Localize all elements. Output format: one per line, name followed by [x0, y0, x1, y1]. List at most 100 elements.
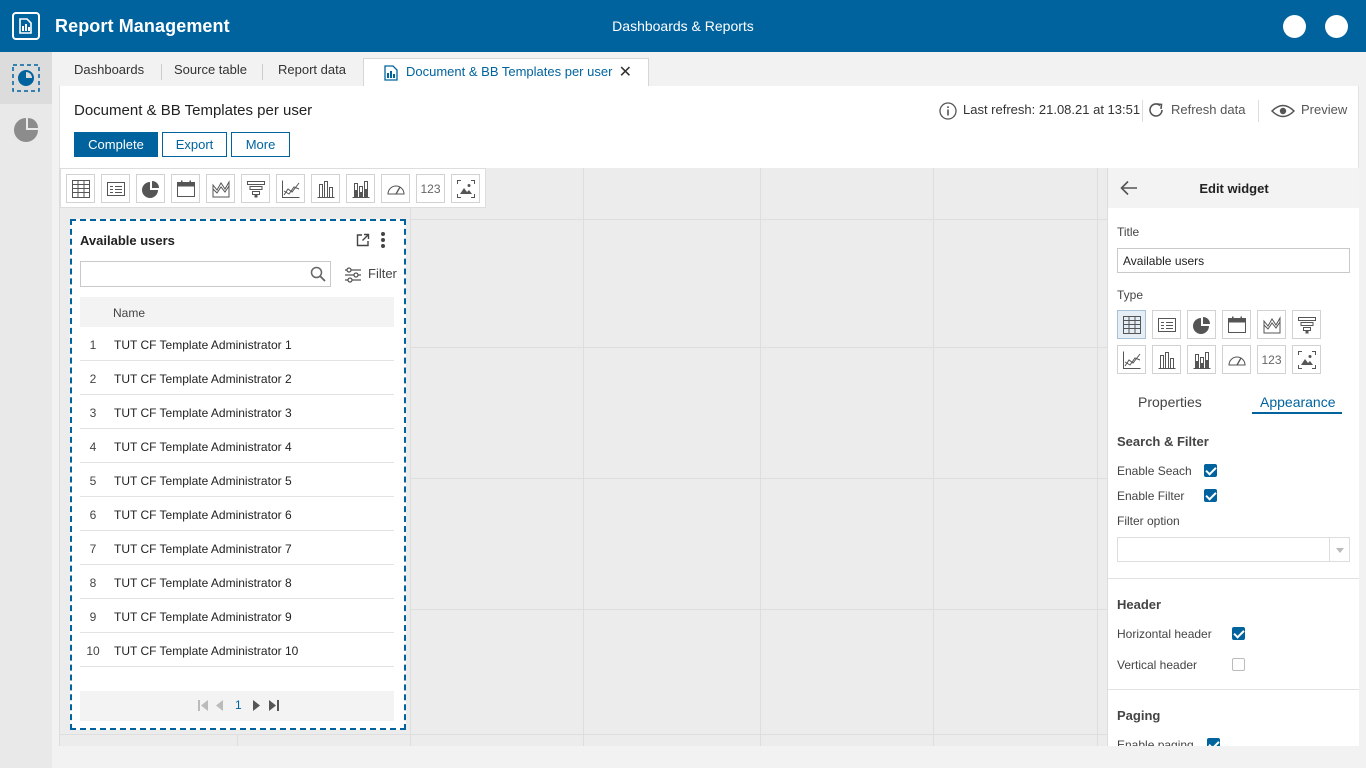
filter-button[interactable]: Filter	[344, 266, 397, 283]
dashboard-canvas[interactable]: 123 Available users Filter Name 1 TUT CF…	[59, 168, 1107, 746]
row-name: TUT CF Template Administrator 8	[114, 576, 292, 590]
more-vertical-icon[interactable]	[380, 231, 386, 249]
tab-divider	[161, 64, 162, 80]
vertical-header-label: Vertical header	[1117, 658, 1198, 672]
filter-option-select[interactable]	[1117, 537, 1350, 562]
row-name: TUT CF Template Administrator 9	[114, 610, 292, 624]
type-image-button[interactable]	[1292, 345, 1321, 374]
gauge-icon	[387, 185, 405, 195]
row-name: TUT CF Template Administrator 10	[114, 644, 299, 658]
table-row[interactable]: 1 TUT CF Template Administrator 1	[80, 327, 394, 361]
type-calendar-button[interactable]	[1222, 310, 1251, 339]
tab-source-table[interactable]: Source table	[174, 62, 247, 77]
bar-widget-tool[interactable]	[311, 174, 340, 203]
table-row[interactable]: 2 TUT CF Template Administrator 2	[80, 361, 394, 395]
last-page-icon[interactable]	[269, 700, 279, 711]
tab-bar: Dashboards Source table Report data Docu…	[52, 52, 1366, 87]
table-row[interactable]: 6 TUT CF Template Administrator 6	[80, 497, 394, 531]
image-widget-tool[interactable]	[451, 174, 480, 203]
header-section-title: Header	[1117, 597, 1162, 612]
tab-properties[interactable]: Properties	[1138, 394, 1202, 410]
stacked-bar-icon	[1193, 352, 1211, 369]
chevron-down-icon	[1329, 538, 1349, 561]
edit-widget-panel: Edit widget Title Type 123 Properties Ap…	[1107, 168, 1359, 746]
type-pie-button[interactable]	[1187, 310, 1216, 339]
section-divider	[1108, 689, 1359, 690]
table-row[interactable]: 3 TUT CF Template Administrator 3	[80, 395, 394, 429]
type-table-button[interactable]	[1117, 310, 1146, 339]
type-line-button[interactable]	[1117, 345, 1146, 374]
column-header-name[interactable]: Name	[113, 306, 145, 320]
enable-paging-checkbox[interactable]	[1207, 738, 1220, 746]
table-row[interactable]: 9 TUT CF Template Administrator 9	[80, 599, 394, 633]
last-refresh-text: Last refresh: 21.08.21 at 13:51	[963, 102, 1141, 117]
type-bar-button[interactable]	[1152, 345, 1181, 374]
close-icon[interactable]: ✕	[619, 60, 632, 86]
tab-report-data[interactable]: Report data	[278, 62, 346, 77]
section-divider	[1108, 578, 1359, 579]
header-divider	[1258, 100, 1259, 122]
enable-filter-checkbox[interactable]	[1204, 489, 1217, 502]
widget-title-input[interactable]	[1117, 248, 1350, 273]
widget-toolbox: 123	[60, 168, 486, 208]
horizontal-header-checkbox[interactable]	[1232, 627, 1245, 640]
funnel-widget-tool[interactable]	[241, 174, 270, 203]
previous-page-icon[interactable]	[216, 700, 224, 711]
table-row[interactable]: 8 TUT CF Template Administrator 8	[80, 565, 394, 599]
preview-button[interactable]: Preview	[1271, 100, 1351, 122]
type-list-button[interactable]	[1152, 310, 1181, 339]
enable-search-checkbox[interactable]	[1204, 464, 1217, 477]
bar-chart-icon	[1158, 352, 1176, 369]
dashboard-icon	[12, 64, 40, 92]
list-widget-tool[interactable]	[101, 174, 130, 203]
row-index: 9	[89, 610, 97, 624]
type-area-button[interactable]	[1257, 310, 1286, 339]
enable-search-label: Enable Seach	[1117, 464, 1192, 478]
table-widget-tool[interactable]	[66, 174, 95, 203]
table-row[interactable]: 10 TUT CF Template Administrator 10	[80, 633, 394, 667]
number-widget-tool[interactable]: 123	[416, 174, 445, 203]
tab-document-templates[interactable]: Document & BB Templates per user ✕	[363, 58, 649, 87]
rail-dashboard-item[interactable]	[0, 52, 52, 104]
tab-dashboards[interactable]: Dashboards	[74, 62, 144, 77]
area-widget-tool[interactable]	[206, 174, 235, 203]
page-header: Document & BB Templates per user Complet…	[59, 86, 1359, 168]
current-page-number[interactable]: 1	[235, 698, 242, 712]
pie-widget-tool[interactable]	[136, 174, 165, 203]
line-widget-tool[interactable]	[276, 174, 305, 203]
user-avatar-button[interactable]	[1283, 15, 1306, 38]
refresh-data-button[interactable]: Refresh data	[1147, 100, 1247, 122]
type-stacked-bar-button[interactable]	[1187, 345, 1216, 374]
first-page-icon[interactable]	[198, 700, 208, 711]
search-input[interactable]	[84, 263, 304, 285]
image-icon	[457, 180, 475, 198]
grid-line	[410, 219, 1107, 220]
vertical-header-checkbox[interactable]	[1232, 658, 1245, 671]
row-index: 2	[89, 372, 97, 386]
line-chart-icon	[1123, 351, 1141, 369]
table-row[interactable]: 5 TUT CF Template Administrator 5	[80, 463, 394, 497]
type-number-button[interactable]: 123	[1257, 345, 1286, 374]
more-button[interactable]: More	[231, 132, 290, 157]
edit-widget-header: Edit widget	[1108, 168, 1359, 208]
calendar-widget-tool[interactable]	[171, 174, 200, 203]
export-button[interactable]: Export	[162, 132, 227, 157]
search-icon[interactable]	[310, 266, 326, 282]
grid-line	[60, 734, 1107, 735]
stacked-bar-widget-tool[interactable]	[346, 174, 375, 203]
refresh-label: Refresh data	[1171, 102, 1246, 117]
table-row[interactable]: 4 TUT CF Template Administrator 4	[80, 429, 394, 463]
open-external-icon[interactable]	[356, 233, 370, 247]
available-users-widget[interactable]: Available users Filter Name 1 TUT CF Tem…	[70, 219, 406, 730]
tab-appearance[interactable]: Appearance	[1260, 394, 1336, 410]
rail-reports-item[interactable]	[0, 104, 52, 156]
row-name: TUT CF Template Administrator 1	[114, 338, 292, 352]
gauge-widget-tool[interactable]	[381, 174, 410, 203]
complete-button[interactable]: Complete	[74, 132, 158, 157]
type-funnel-button[interactable]	[1292, 310, 1321, 339]
app-menu-button[interactable]	[1325, 15, 1348, 38]
grid-line	[410, 478, 1107, 479]
table-row[interactable]: 7 TUT CF Template Administrator 7	[80, 531, 394, 565]
next-page-icon[interactable]	[252, 700, 260, 711]
type-gauge-button[interactable]	[1222, 345, 1251, 374]
